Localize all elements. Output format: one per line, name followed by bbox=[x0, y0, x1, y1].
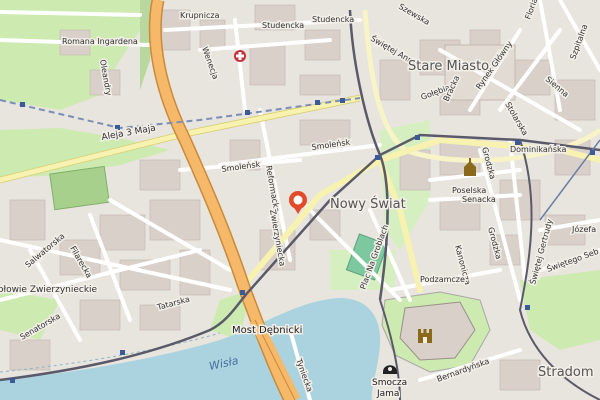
street-label-jozefa: Józefa bbox=[571, 224, 596, 234]
street-label-dominikanska: Dominikańska bbox=[510, 145, 566, 154]
poi-label-jama: Jama bbox=[376, 389, 399, 399]
district-label-stradom: Stradom bbox=[538, 365, 594, 380]
stadium-pitch bbox=[49, 165, 110, 211]
map-view[interactable]: Romana Ingardena Oleandry Krupnicza Stud… bbox=[0, 0, 600, 400]
hospital-icon[interactable] bbox=[234, 50, 246, 62]
street-label-romana-ingardena: Romana Ingardena bbox=[62, 37, 138, 46]
district-label-stare-miasto: Stare Miasto bbox=[408, 59, 489, 74]
poi-label-smocza: Smocza bbox=[372, 378, 407, 388]
street-label-blonia: ołowie Zwierzynieckie bbox=[0, 285, 98, 295]
street-label-podzamcze: Podzamcze bbox=[420, 275, 465, 284]
street-label-studencka-2: Studencka bbox=[312, 15, 354, 24]
street-label-studencka-1: Studencka bbox=[262, 21, 304, 30]
street-label-senacka: Senacka bbox=[462, 195, 496, 204]
map-canvas[interactable]: Romana Ingardena Oleandry Krupnicza Stud… bbox=[0, 0, 600, 400]
street-label-poselska: Poselska bbox=[452, 186, 486, 195]
castle-icon[interactable] bbox=[418, 329, 432, 343]
district-label-nowy-swiat: Nowy Świat bbox=[330, 196, 406, 212]
street-label-krupnicza: Krupnicza bbox=[180, 11, 220, 20]
bridge-label: Most Dębnicki bbox=[232, 325, 302, 336]
